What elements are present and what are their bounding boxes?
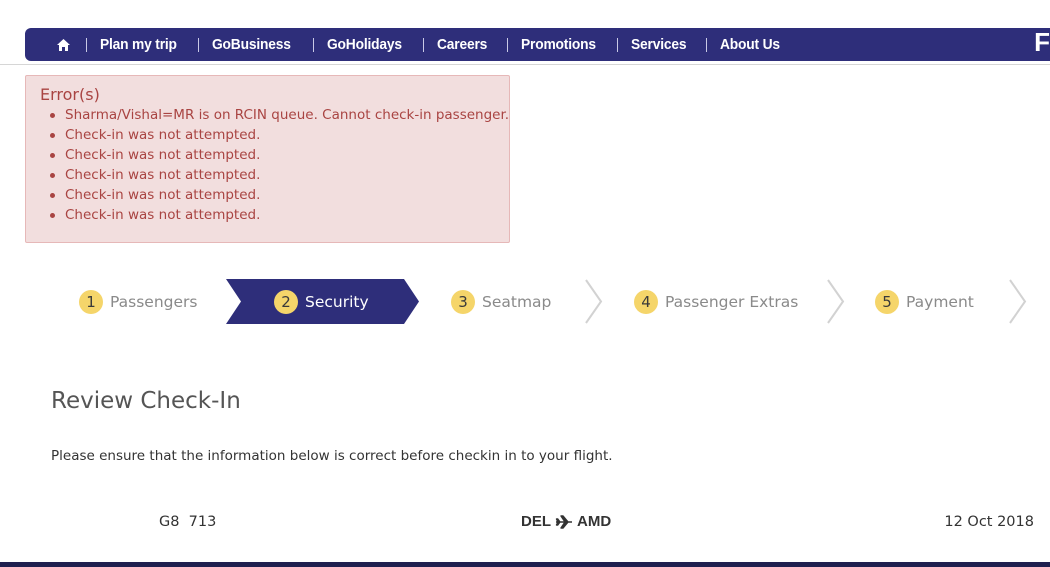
nav-divider xyxy=(706,37,708,52)
flight-number: G8 713 xyxy=(159,514,217,530)
error-item: Sharma/Vishal=MR is on RCIN queue. Canno… xyxy=(40,105,509,125)
flight-date: 12 Oct 2018 xyxy=(944,514,1034,530)
error-title: Error(s) xyxy=(40,85,100,104)
page-title: Review Check-In xyxy=(51,388,241,414)
step-number-badge: 5 xyxy=(875,289,899,314)
error-item: Check-in was not attempted. xyxy=(40,185,495,205)
nav-gobusiness[interactable]: GoBusiness xyxy=(212,36,291,53)
step-seatmap[interactable]: 3 Seatmap xyxy=(451,279,551,324)
error-item: Check-in was not attempted. xyxy=(40,145,495,165)
step-number-badge: 3 xyxy=(451,289,475,314)
step-chevron-icon xyxy=(1009,279,1027,324)
nav-services[interactable]: Services xyxy=(631,36,686,53)
nav-careers[interactable]: Careers xyxy=(437,36,487,53)
brand-logo-fragment: F xyxy=(1034,27,1050,57)
error-item: Check-in was not attempted. xyxy=(40,125,495,145)
step-label: Payment xyxy=(906,292,974,311)
error-item: Check-in was not attempted. xyxy=(40,205,495,225)
nav-promotions[interactable]: Promotions xyxy=(521,36,596,53)
step-passenger-extras[interactable]: 4 Passenger Extras xyxy=(634,279,798,324)
nav-divider xyxy=(86,37,87,52)
nav-divider xyxy=(617,37,619,52)
nav-about-us[interactable]: About Us xyxy=(720,36,780,53)
airplane-icon xyxy=(555,514,572,529)
error-list: Sharma/Vishal=MR is on RCIN queue. Canno… xyxy=(40,105,509,225)
step-payment[interactable]: 5 Payment xyxy=(875,279,974,324)
step-label: Passengers xyxy=(110,292,198,311)
bottom-bar xyxy=(0,562,1050,567)
main-nav: Plan my trip GoBusiness GoHolidays Caree… xyxy=(25,28,1050,61)
step-security[interactable]: 2 Security xyxy=(274,279,369,324)
nav-divider xyxy=(423,37,425,52)
home-icon[interactable] xyxy=(55,37,71,53)
error-item: Check-in was not attempted. xyxy=(40,165,495,185)
header-divider xyxy=(0,64,1050,65)
nav-plan-my-trip[interactable]: Plan my trip xyxy=(100,36,177,53)
step-label: Passenger Extras xyxy=(665,292,799,311)
page-description: Please ensure that the information below… xyxy=(51,448,613,464)
step-chevron-icon xyxy=(827,279,845,324)
step-passengers[interactable]: 1 Passengers xyxy=(79,279,197,324)
nav-divider xyxy=(198,37,200,52)
nav-divider xyxy=(506,37,508,52)
flight-route: DEL AMD xyxy=(521,513,611,530)
step-label: Seatmap xyxy=(482,292,552,311)
origin-code: DEL xyxy=(521,513,551,530)
step-number-badge: 2 xyxy=(274,289,298,314)
nav-goholidays[interactable]: GoHolidays xyxy=(327,36,402,53)
error-alert: Error(s) Sharma/Vishal=MR is on RCIN que… xyxy=(25,75,510,243)
nav-divider xyxy=(313,37,314,52)
step-label: Security xyxy=(305,292,369,311)
step-chevron-icon xyxy=(585,279,603,324)
destination-code: AMD xyxy=(577,513,612,530)
checkin-stepper: 1 Passengers 2 Security 3 Seatmap 4 Pass… xyxy=(0,279,1050,324)
step-number-badge: 1 xyxy=(79,289,103,314)
step-number-badge: 4 xyxy=(634,289,658,314)
